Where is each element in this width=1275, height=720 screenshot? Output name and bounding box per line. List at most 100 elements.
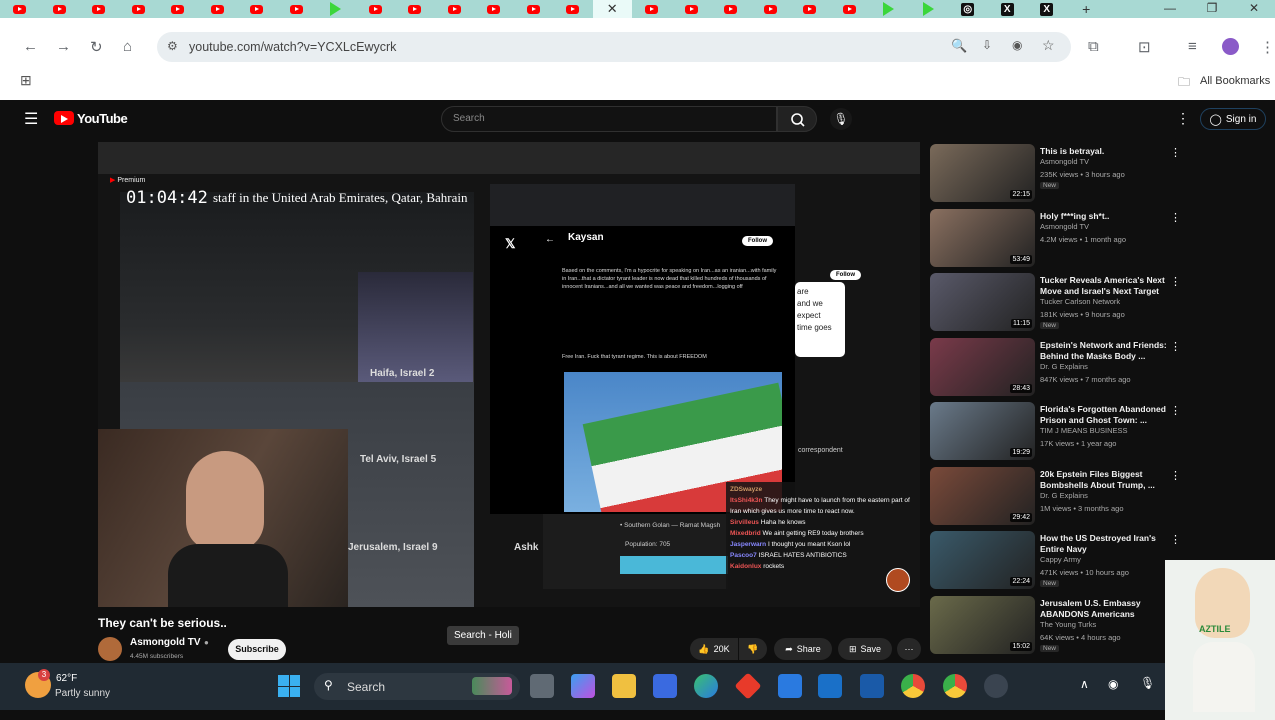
save-button[interactable]: ⊞ Save — [838, 638, 892, 660]
browser-tab[interactable] — [356, 0, 396, 18]
browser-tab[interactable] — [395, 0, 435, 18]
recommendation-item[interactable]: 28:43 Epstein's Network and Friends: Beh… — [930, 337, 1190, 402]
browser-tab[interactable] — [119, 0, 159, 18]
recommendation-channel[interactable]: Cappy Army — [1040, 555, 1081, 564]
search-button[interactable] — [777, 106, 817, 132]
edge-icon[interactable] — [694, 674, 718, 698]
close-icon[interactable]: ✕ — [1233, 0, 1275, 18]
sign-in-button[interactable]: ◯ Sign in — [1200, 108, 1266, 130]
taskbar-search[interactable]: ⚲ Search — [314, 673, 520, 700]
video-player[interactable]: ▶ Premium 01:04:42 staff in the United A… — [98, 142, 920, 607]
browser-tab[interactable] — [790, 0, 830, 18]
app-red-icon[interactable] — [734, 672, 762, 700]
recommendation-thumbnail[interactable]: 11:15 — [930, 273, 1035, 331]
recommendation-menu-icon[interactable]: ⋮ — [1170, 146, 1181, 159]
recommendation-title[interactable]: This is betrayal. — [1040, 146, 1170, 157]
follow-button-2[interactable]: Follow — [830, 270, 861, 280]
tray-app-icon[interactable]: ◉ — [1108, 677, 1118, 691]
browser-tab[interactable]: X — [988, 0, 1028, 18]
zoom-icon[interactable]: 🔍 — [951, 38, 967, 54]
recommendation-thumbnail[interactable]: 28:43 — [930, 337, 1035, 396]
browser-tab[interactable] — [474, 0, 514, 18]
profile-avatar[interactable] — [1222, 38, 1239, 55]
browser-tab[interactable] — [869, 0, 909, 18]
browser-tab[interactable] — [632, 0, 672, 18]
dropbox-icon[interactable] — [778, 674, 802, 698]
browser-tab[interactable] — [316, 0, 356, 18]
menu-icon[interactable]: ⋮ — [1260, 38, 1275, 56]
install-icon[interactable]: ⇩ — [982, 38, 992, 52]
recommendation-menu-icon[interactable]: ⋮ — [1170, 211, 1181, 224]
forward-icon[interactable]: → — [56, 38, 71, 55]
browser-tab[interactable] — [40, 0, 80, 18]
recommendation-title[interactable]: Jerusalem U.S. Embassy ABANDONS American… — [1040, 598, 1170, 620]
browser-tab[interactable]: ✕ — [592, 0, 632, 18]
copilot-icon[interactable] — [571, 674, 595, 698]
dislike-button[interactable]: 👎 — [739, 638, 767, 660]
hamburger-icon[interactable]: ☰ — [24, 109, 38, 129]
weather-desc[interactable]: Partly sunny — [55, 688, 110, 699]
recommendation-title[interactable]: Holy f***ing sh*t.. — [1040, 211, 1170, 222]
like-button[interactable]: 👍 20K — [690, 638, 738, 660]
file-explorer-icon[interactable] — [612, 674, 636, 698]
recommendation-channel[interactable]: Asmongold TV — [1040, 222, 1089, 231]
recommendation-title[interactable]: Tucker Reveals America's Next Move and I… — [1040, 275, 1170, 297]
recommendation-item[interactable]: 15:02 Jerusalem U.S. Embassy ABANDONS Am… — [930, 595, 1190, 660]
browser-tab[interactable] — [553, 0, 593, 18]
chrome-icon[interactable] — [901, 674, 925, 698]
restore-icon[interactable]: ❐ — [1191, 0, 1233, 18]
browser-tab[interactable] — [830, 0, 870, 18]
browser-tab[interactable] — [79, 0, 119, 18]
reload-icon[interactable]: ↻ — [90, 38, 103, 56]
tray-mic-icon[interactable]: 🎙 — [1140, 676, 1155, 690]
recommendation-menu-icon[interactable]: ⋮ — [1170, 340, 1181, 353]
outlook-icon[interactable] — [818, 674, 842, 698]
windows-start-icon[interactable] — [278, 675, 300, 697]
browser-tab[interactable] — [711, 0, 751, 18]
share-button[interactable]: ➦ Share — [774, 638, 832, 660]
browser-tab[interactable] — [672, 0, 712, 18]
settings-kebab-icon[interactable]: ⋮ — [1176, 110, 1190, 127]
browser-tab[interactable] — [751, 0, 791, 18]
extensions-icon[interactable]: ⧉ — [1088, 38, 1099, 55]
vscode-icon[interactable] — [860, 674, 884, 698]
recommendation-thumbnail[interactable]: 19:29 — [930, 402, 1035, 460]
site-info-icon[interactable]: ⚙ — [167, 39, 178, 53]
browser-tab[interactable]: ◎ — [948, 0, 988, 18]
recommendation-channel[interactable]: The Young Turks — [1040, 620, 1096, 629]
recommendation-title[interactable]: How the US Destroyed Iran's Entire Navy — [1040, 533, 1170, 555]
browser-tab[interactable] — [198, 0, 238, 18]
recommendation-menu-icon[interactable]: ⋮ — [1170, 533, 1181, 546]
channel-avatar[interactable] — [98, 637, 122, 661]
mic-icon[interactable]: 🎙 — [830, 108, 852, 130]
channel-name[interactable]: Asmongold TV — [130, 637, 201, 648]
browser-tab[interactable] — [158, 0, 198, 18]
chrome-icon-2[interactable] — [943, 674, 967, 698]
recommendation-channel[interactable]: TIM J MEANS BUSINESS — [1040, 426, 1128, 435]
obs-icon[interactable] — [984, 674, 1008, 698]
browser-tab[interactable] — [237, 0, 277, 18]
recommendation-channel[interactable]: Asmongold TV — [1040, 157, 1089, 166]
recommendation-thumbnail[interactable]: 22:24 — [930, 531, 1035, 589]
recommendation-thumbnail[interactable]: 15:02 — [930, 595, 1035, 654]
media-icon[interactable]: ≡ — [1188, 38, 1197, 55]
recommendation-menu-icon[interactable]: ⋮ — [1170, 404, 1181, 417]
temperature[interactable]: 62°F — [56, 673, 77, 684]
browser-tab[interactable]: X — [1027, 0, 1067, 18]
browser-tab[interactable] — [514, 0, 554, 18]
recommendation-item[interactable]: 22:15 This is betrayal. Asmongold TV 235… — [930, 144, 1190, 208]
recommendation-title[interactable]: 20k Epstein Files Biggest Bombshells Abo… — [1040, 469, 1170, 491]
recommendation-menu-icon[interactable]: ⋮ — [1170, 469, 1181, 482]
recommendation-item[interactable]: 19:29 Florida's Forgotten Abandoned Pris… — [930, 402, 1190, 466]
recommendation-thumbnail[interactable]: 29:42 — [930, 466, 1035, 525]
recommendation-item[interactable]: 22:24 How the US Destroyed Iran's Entire… — [930, 531, 1190, 595]
recommendation-item[interactable]: 53:49 Holy f***ing sh*t.. Asmongold TV 4… — [930, 208, 1190, 273]
recommendation-channel[interactable]: Tucker Carlson Network — [1040, 297, 1120, 306]
browser-tab[interactable] — [277, 0, 317, 18]
back-arrow-icon[interactable]: ← — [545, 234, 555, 245]
star-icon[interactable]: ☆ — [1042, 37, 1055, 54]
subscribe-button[interactable]: Subscribe — [228, 639, 286, 660]
minimize-icon[interactable]: — — [1149, 0, 1191, 18]
all-bookmarks-label[interactable]: All Bookmarks — [1200, 75, 1270, 87]
apps-icon[interactable]: ⊞ — [20, 72, 32, 89]
